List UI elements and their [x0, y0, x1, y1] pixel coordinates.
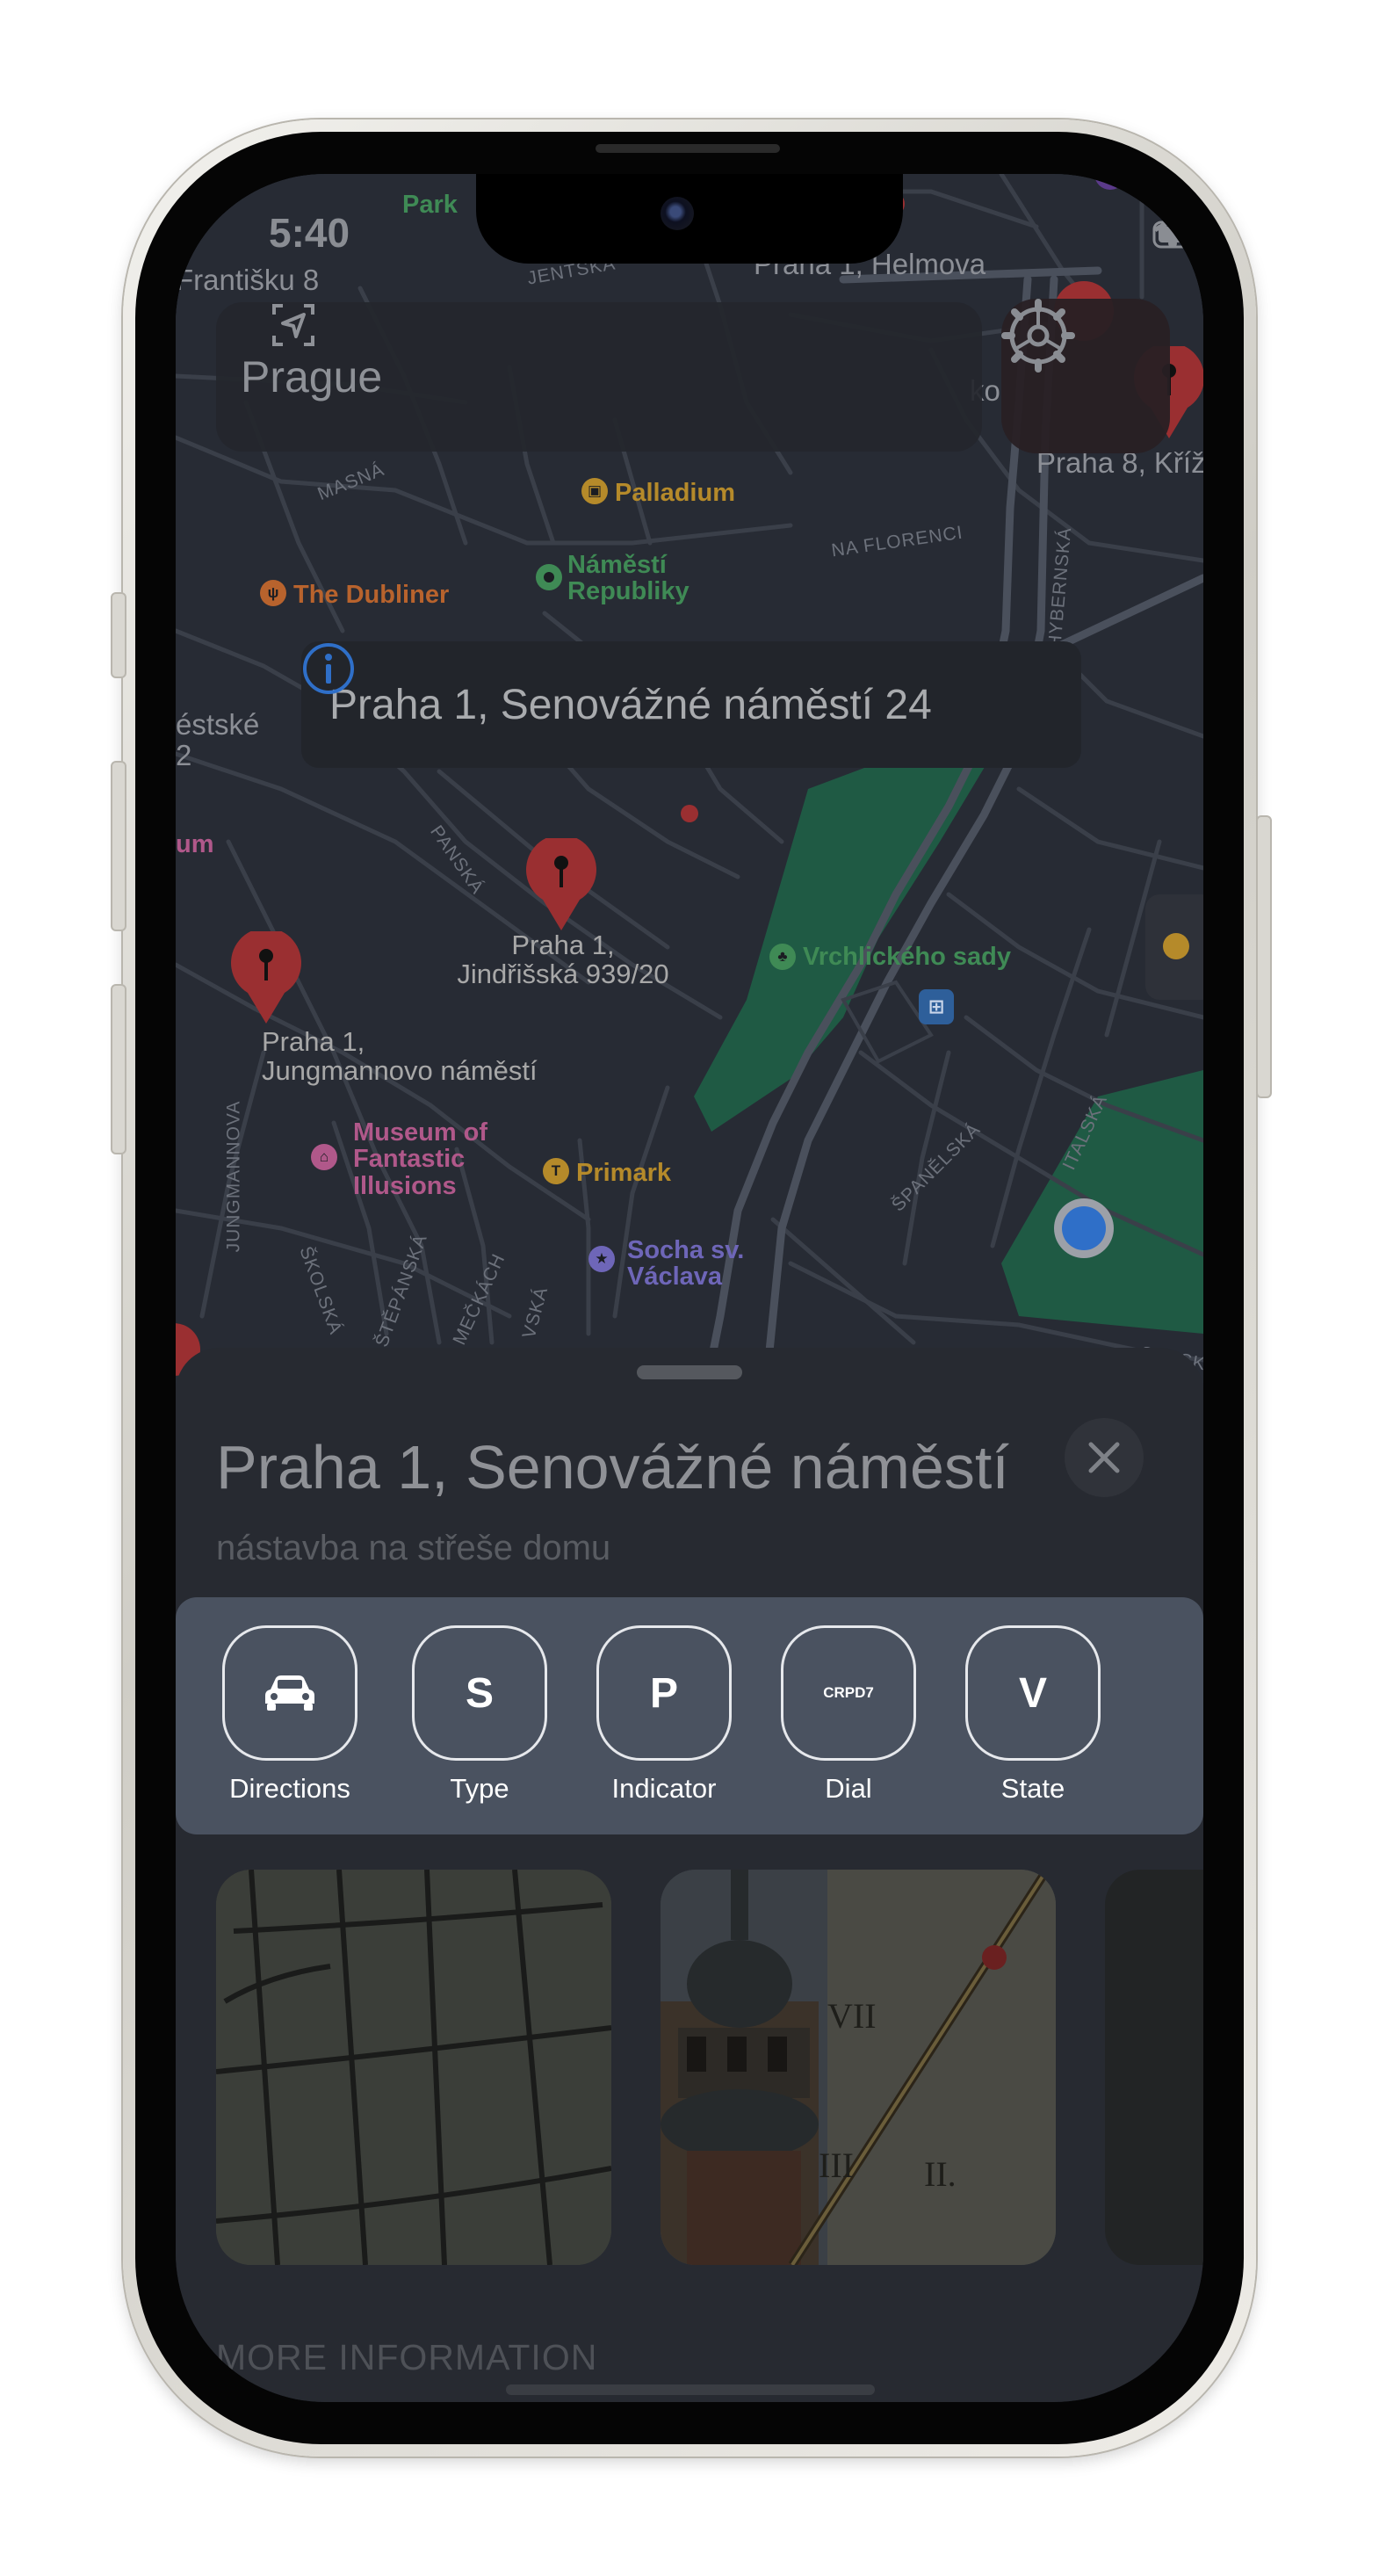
sundial-photo [216, 1870, 611, 2265]
poi-palladium[interactable]: Palladium [615, 480, 735, 507]
home-indicator[interactable] [506, 2384, 875, 2395]
camera-notch [476, 174, 903, 264]
directions-button[interactable] [222, 1625, 357, 1761]
silent-switch [111, 592, 126, 678]
more-information-header: MORE INFORMATION [216, 2337, 598, 2377]
action-bar: Directions S Type P Indicator CRPD7 Dial… [176, 1597, 1203, 1834]
map-pin[interactable] [522, 838, 601, 935]
svg-text:II.: II. [924, 2154, 957, 2194]
earpiece-speaker [596, 144, 780, 153]
poi-museum-of-fantastic-illusions[interactable]: Museum of Fantastic Illusions [353, 1119, 487, 1199]
photo-numeral: VII [827, 1996, 877, 2036]
search-location-text: Prague [241, 352, 383, 402]
type-button[interactable]: S [412, 1625, 547, 1761]
screen: 5:40 Františku 8 Praha 1, Helmova Praha … [176, 174, 1203, 2402]
street-label: JUNGMANNOVA [223, 1100, 244, 1253]
dial-glyph: CRPD7 [823, 1684, 874, 1701]
photo-thumbnail[interactable] [216, 1870, 611, 2265]
state-glyph: V [1018, 1669, 1047, 1717]
state-button[interactable]: V [965, 1625, 1101, 1761]
shopping-bag-icon[interactable]: ▣ [581, 478, 608, 504]
photo-carousel[interactable]: VII III II. [176, 1870, 1203, 2265]
place-subtitle: nástavba na střeše domu [216, 1529, 611, 1567]
fork-knife-icon[interactable]: ψ [260, 580, 286, 606]
close-button[interactable] [1065, 1418, 1144, 1497]
action-label: Directions [229, 1773, 350, 1804]
callout-address: Praha 1, Senovážné náměstí 24 [329, 681, 932, 728]
poi-socha-sv-vaclava[interactable]: Socha sv. Václava [627, 1237, 744, 1291]
info-icon[interactable] [301, 641, 356, 696]
tree-icon[interactable]: ♣ [769, 944, 796, 970]
museum-icon[interactable]: ⌂ [311, 1144, 337, 1170]
location-arrow-icon [272, 304, 314, 346]
poi-namesti-republiky[interactable]: Náměstí Republiky [567, 552, 690, 605]
action-label: Type [450, 1773, 509, 1804]
action-type[interactable]: S Type [409, 1625, 550, 1805]
pin-label: Praha 1, Jungmannovo náměstí [262, 1026, 538, 1086]
area-label: Františku 8 [176, 264, 320, 296]
action-state[interactable]: V State [963, 1625, 1103, 1805]
status-time: 5:40 [269, 210, 350, 256]
gear-icon [1001, 299, 1075, 373]
tower-photo: VII III II. [661, 1870, 1056, 2265]
area-label: um [176, 830, 214, 858]
svg-text:III: III [819, 2145, 854, 2185]
indicator-button[interactable]: P [596, 1625, 732, 1761]
poi-label: Park [402, 191, 458, 219]
action-dial[interactable]: CRPD7 Dial [778, 1625, 919, 1805]
volume-up-button [111, 761, 126, 931]
indicator-glyph: P [649, 1669, 678, 1717]
power-button [1256, 815, 1272, 1098]
action-directions[interactable]: Directions [220, 1625, 360, 1805]
poi-primark[interactable]: Primark [576, 1160, 671, 1187]
dial-button[interactable]: CRPD7 [781, 1625, 916, 1761]
pin-label: Praha 1, Jindřišská 939/20 [457, 930, 669, 989]
place-title: Praha 1, Senovážné náměstí [216, 1433, 1009, 1501]
address-callout[interactable]: Praha 1, Senovážné náměstí 24 [301, 641, 1081, 768]
type-glyph: S [465, 1669, 494, 1717]
battery-icon [1152, 221, 1203, 249]
settings-button[interactable] [1001, 299, 1170, 453]
search-bar[interactable]: Prague [216, 302, 982, 452]
map-view[interactable]: 5:40 Františku 8 Praha 1, Helmova Praha … [176, 174, 1203, 1404]
shirt-icon[interactable]: T [543, 1158, 569, 1184]
action-label: State [1000, 1773, 1065, 1804]
action-label: Indicator [611, 1773, 717, 1804]
action-indicator[interactable]: P Indicator [594, 1625, 734, 1805]
photo-thumbnail[interactable] [1105, 1870, 1203, 2265]
train-icon[interactable]: ⊞ [919, 989, 954, 1024]
user-location-dot[interactable] [1054, 1198, 1114, 1258]
car-icon [265, 1675, 314, 1711]
area-label: éstské 2 [176, 708, 260, 771]
action-label: Dial [825, 1773, 872, 1804]
volume-down-button [111, 984, 126, 1154]
close-icon [1088, 1442, 1120, 1473]
poi-vrchlickeho-sady[interactable]: Vrchlického sady [803, 944, 1011, 971]
front-camera [661, 197, 694, 230]
map-pin[interactable] [227, 931, 306, 1028]
star-icon[interactable]: ★ [588, 1246, 615, 1272]
poi-the-dubliner[interactable]: The Dubliner [293, 582, 449, 609]
transit-badge[interactable] [1145, 894, 1203, 1000]
sheet-grabber[interactable] [637, 1365, 742, 1379]
place-detail-sheet[interactable]: Praha 1, Senovážné náměstí nástavba na s… [176, 1348, 1203, 2402]
metro-icon[interactable] [536, 564, 562, 590]
bus-icon [1163, 933, 1189, 959]
photo-thumbnail[interactable]: VII III II. [661, 1870, 1056, 2265]
